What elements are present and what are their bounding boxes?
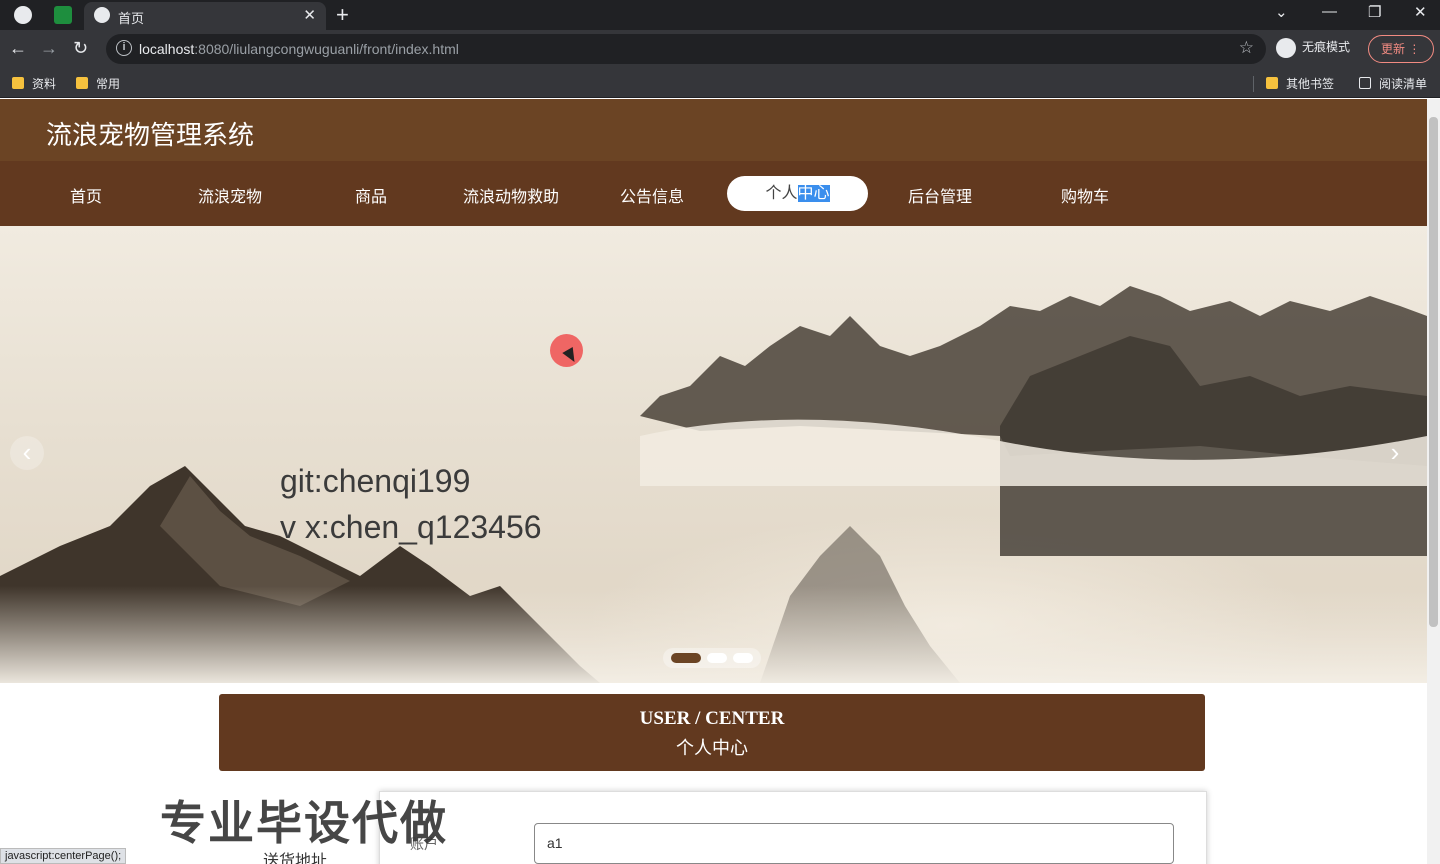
forward-button[interactable]: → bbox=[40, 38, 58, 59]
reading-list[interactable]: 阅读清单 bbox=[1359, 75, 1427, 92]
main-nav: 首页 流浪宠物 商品 流浪动物救助 公告信息 个人中心 后台管理 购物车 bbox=[0, 161, 1427, 226]
minimize-button[interactable]: — bbox=[1322, 3, 1337, 20]
nav-user-center[interactable]: 个人中心 bbox=[727, 176, 868, 211]
nav-home[interactable]: 首页 bbox=[70, 183, 102, 207]
nav-admin[interactable]: 后台管理 bbox=[908, 183, 972, 207]
restore-button[interactable]: ❐ bbox=[1368, 3, 1381, 21]
user-center-title-en: USER / CENTER bbox=[639, 708, 785, 729]
tab-title: 首页 bbox=[118, 11, 145, 26]
browser-app-icon[interactable] bbox=[14, 6, 32, 24]
address-bar[interactable]: i localhost:8080/liulangcongwuguanli/fro… bbox=[106, 34, 1266, 64]
incognito-indicator[interactable]: 无痕模式 bbox=[1276, 38, 1350, 58]
scrollbar-thumb[interactable] bbox=[1429, 117, 1438, 627]
user-center-title-cn: 个人中心 bbox=[676, 738, 748, 758]
watermark-text: 专业毕设代做 bbox=[160, 797, 448, 849]
bookmark-folder-ziliao[interactable]: 资料 bbox=[12, 75, 56, 92]
banner-caption-line2: v x:chen_q123456 bbox=[280, 509, 542, 545]
site-header: 流浪宠物管理系统 bbox=[0, 99, 1427, 161]
folder-icon bbox=[12, 77, 24, 89]
banner-carousel[interactable]: git:chenqi199 v x:chen_q123456 ‹ › bbox=[0, 226, 1427, 683]
incognito-icon bbox=[1276, 38, 1296, 58]
browser-toolbar: ← → ↻ i localhost:8080/liulangcongwuguan… bbox=[0, 30, 1440, 68]
page-scrollbar[interactable] bbox=[1427, 99, 1440, 864]
carousel-prev-button[interactable]: ‹ bbox=[10, 436, 44, 470]
mountain-landscape-image bbox=[0, 286, 1427, 683]
url-text[interactable]: localhost:8080/liulangcongwuguanli/front… bbox=[139, 41, 459, 57]
close-icon[interactable]: ✕ bbox=[303, 6, 316, 24]
reading-list-icon bbox=[1359, 77, 1371, 89]
folder-icon bbox=[1266, 77, 1278, 89]
browser-tab-bar: 首页 ✕ + ⌄ — ❐ ✕ bbox=[0, 0, 1440, 30]
bookmarks-divider bbox=[1253, 76, 1254, 92]
nav-products[interactable]: 商品 bbox=[355, 183, 387, 207]
reload-button[interactable]: ↻ bbox=[73, 38, 88, 59]
update-button[interactable]: 更新 ⋮ bbox=[1368, 35, 1434, 63]
back-button[interactable]: ← bbox=[9, 38, 27, 59]
site-title: 流浪宠物管理系统 bbox=[46, 120, 255, 150]
nav-stray-pets[interactable]: 流浪宠物 bbox=[198, 183, 262, 207]
browser-tab-home[interactable]: 首页 ✕ bbox=[84, 2, 326, 30]
site-info-icon[interactable]: i bbox=[116, 40, 132, 56]
bookmarks-bar: 资料 常用 其他书签 阅读清单 bbox=[0, 68, 1440, 98]
profile-form: 账户 a1 bbox=[379, 791, 1207, 864]
bookmark-folder-changyong[interactable]: 常用 bbox=[76, 75, 120, 92]
account-input[interactable]: a1 bbox=[534, 823, 1174, 864]
new-tab-button[interactable]: + bbox=[336, 2, 349, 28]
page-viewport: 流浪宠物管理系统 首页 流浪宠物 商品 流浪动物救助 公告信息 个人中心 后台管… bbox=[0, 99, 1440, 864]
other-bookmarks[interactable]: 其他书签 bbox=[1266, 75, 1334, 92]
carousel-next-button[interactable]: › bbox=[1378, 436, 1412, 470]
pinned-tab-icon[interactable] bbox=[54, 6, 72, 24]
nav-rescue[interactable]: 流浪动物救助 bbox=[463, 183, 559, 207]
nav-cart[interactable]: 购物车 bbox=[1061, 183, 1109, 207]
status-bar-link: javascript:centerPage(); bbox=[0, 848, 127, 864]
carousel-dot-1[interactable] bbox=[671, 653, 701, 663]
tab-search-icon[interactable]: ⌄ bbox=[1275, 3, 1288, 21]
nav-announcements[interactable]: 公告信息 bbox=[620, 183, 684, 207]
carousel-dot-2[interactable] bbox=[707, 653, 727, 663]
globe-icon bbox=[94, 7, 110, 23]
carousel-dot-3[interactable] bbox=[733, 653, 753, 663]
banner-caption-line1: git:chenqi199 bbox=[280, 463, 471, 499]
bookmark-star-icon[interactable]: ☆ bbox=[1239, 38, 1254, 58]
window-close-button[interactable]: ✕ bbox=[1414, 3, 1427, 21]
user-center-heading: USER / CENTER 个人中心 bbox=[219, 694, 1205, 771]
banner-caption: git:chenqi199 v x:chen_q123456 bbox=[280, 458, 542, 550]
folder-icon bbox=[76, 77, 88, 89]
carousel-indicators bbox=[663, 648, 761, 668]
